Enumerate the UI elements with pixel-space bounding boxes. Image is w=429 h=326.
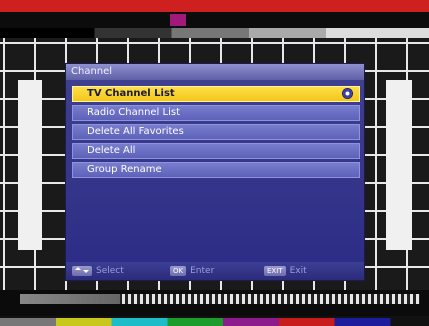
test-card-top-red-stripe: [0, 0, 429, 12]
menu-item-group-rename[interactable]: Group Rename: [72, 162, 360, 178]
test-card-top-band: [0, 12, 429, 28]
hint-enter-label: Enter: [190, 266, 215, 276]
menu-item-label: Radio Channel List: [87, 107, 180, 118]
radio-dot-icon: [343, 89, 352, 98]
menu-footer: Select OK Enter EXIT Exit: [66, 262, 364, 280]
menu-item-radio-channel-list[interactable]: Radio Channel List: [72, 105, 360, 121]
menu-title: Channel: [71, 66, 113, 77]
test-card-bottom-grey: [20, 294, 120, 304]
hint-select-label: Select: [96, 266, 124, 276]
menu-title-bar: Channel: [66, 64, 364, 80]
up-down-arrows-icon: [72, 266, 92, 276]
hint-select: Select: [72, 265, 124, 277]
test-card-right-bar: [386, 80, 412, 250]
menu-list: TV Channel List Radio Channel List Delet…: [72, 86, 360, 181]
hint-exit-label: Exit: [289, 266, 307, 276]
exit-key-icon: EXIT: [264, 266, 286, 276]
menu-item-label: TV Channel List: [87, 88, 175, 99]
menu-item-tv-channel-list[interactable]: TV Channel List: [72, 86, 360, 102]
ok-key-icon: OK: [170, 266, 187, 276]
hint-enter: OK Enter: [170, 265, 214, 277]
hint-exit: EXIT Exit: [264, 265, 307, 277]
menu-item-label: Delete All Favorites: [87, 126, 184, 137]
channel-menu: Channel TV Channel List Radio Channel Li…: [66, 64, 364, 280]
test-card-color-bars: [0, 318, 429, 326]
tv-screen: Channel TV Channel List Radio Channel Li…: [0, 0, 429, 326]
menu-item-label: Delete All: [87, 145, 136, 156]
test-card-grey-scale: [0, 28, 429, 38]
menu-item-delete-all-favorites[interactable]: Delete All Favorites: [72, 124, 360, 140]
menu-item-label: Group Rename: [87, 164, 162, 175]
menu-item-delete-all[interactable]: Delete All: [72, 143, 360, 159]
test-card-left-bar: [18, 80, 42, 250]
test-card-magenta-block: [170, 14, 186, 26]
